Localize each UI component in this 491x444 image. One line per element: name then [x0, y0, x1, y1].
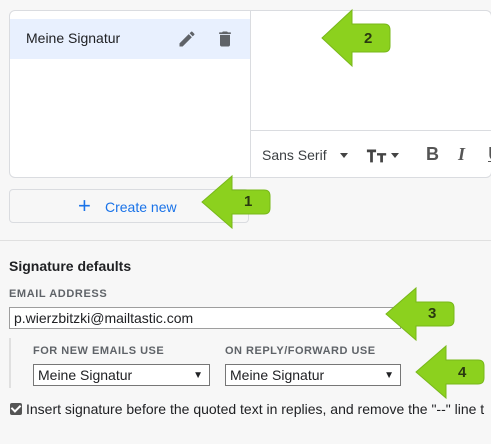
chevron-down-icon[interactable] [391, 153, 399, 158]
plus-icon: + [78, 193, 91, 218]
new-emails-select-value: Meine Signatur [38, 367, 133, 383]
callout-arrow-1 [201, 174, 271, 230]
chevron-down-icon[interactable] [340, 153, 348, 158]
chevron-down-icon: ▼ [384, 370, 394, 381]
new-emails-label: FOR NEW EMAILS USE [33, 345, 165, 357]
bold-icon[interactable]: B [426, 144, 439, 165]
text-size-icon[interactable] [366, 145, 388, 165]
create-new-label: Create new [105, 199, 177, 215]
formatting-toolbar: Sans Serif B I U [250, 130, 491, 177]
callout-arrow-3 [385, 286, 455, 342]
signature-name: Meine Signatur [26, 30, 121, 46]
section-title: Signature defaults [9, 258, 132, 274]
trash-icon[interactable] [215, 29, 235, 49]
insert-before-quote-checkbox[interactable] [10, 403, 22, 415]
font-select[interactable]: Sans Serif [262, 147, 327, 163]
signature-panel: Meine Signatur Sans Serif B I U [9, 10, 491, 178]
callout-number-4: 4 [458, 364, 467, 381]
callout-number-2: 2 [364, 30, 373, 47]
callout-arrow-4 [415, 344, 485, 400]
defaults-group-bracket [9, 338, 11, 388]
new-emails-signature-select[interactable]: Meine Signatur ▼ [33, 364, 210, 386]
callout-number-3: 3 [428, 305, 437, 322]
reply-forward-label: ON REPLY/FORWARD USE [225, 345, 376, 357]
insert-before-quote-label: Insert signature before the quoted text … [26, 401, 485, 417]
callout-arrow-2 [321, 8, 391, 68]
chevron-down-icon: ▼ [193, 370, 203, 381]
italic-icon[interactable]: I [458, 144, 465, 165]
callout-number-1: 1 [244, 193, 253, 210]
section-divider [0, 240, 491, 241]
email-address-label: EMAIL ADDRESS [9, 288, 108, 300]
signature-list-item[interactable]: Meine Signatur [10, 19, 250, 59]
reply-select-value: Meine Signatur [230, 367, 325, 383]
reply-forward-signature-select[interactable]: Meine Signatur ▼ [225, 364, 401, 386]
pencil-icon[interactable] [177, 29, 197, 49]
email-address-field[interactable]: p.wierzbitzki@mailtastic.com [9, 307, 401, 329]
